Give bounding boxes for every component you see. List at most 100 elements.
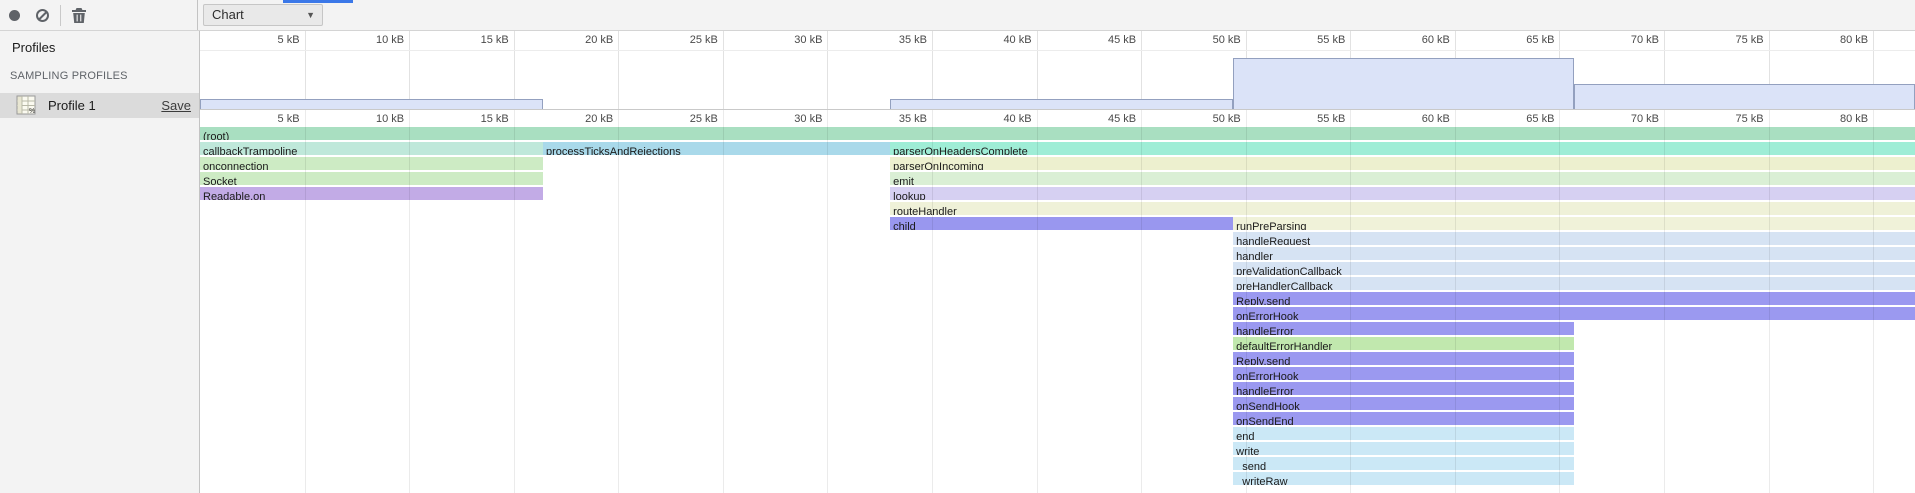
flame-bar-onErrorHook[interactable]: onErrorHook [1233,307,1915,320]
flame-bar-_send[interactable]: _send [1233,457,1574,470]
flame-bar-label: parserOnIncoming [890,161,984,170]
ruler-tick-label: 75 kB [1735,113,1768,125]
ruler-tick-label: 15 kB [481,113,514,125]
flame-bar-label: Readable.on [200,191,265,200]
ruler-tick-label: 35 kB [899,113,932,125]
flame-bar-label: (root) [200,131,229,140]
sidebar-item-profile-1[interactable]: % Profile 1 Save [0,93,199,118]
overview-area-segment[interactable] [1233,58,1574,109]
flame-bar-emit[interactable]: emit [890,172,1915,185]
flame-bar-label: write_ [1233,446,1265,455]
flame-bar-label: onSendEnd [1233,416,1294,425]
flame-bar-handleError[interactable]: handleError [1233,382,1574,395]
ruler-tick-label: 70 kB [1631,113,1664,125]
flame-bar-label: lookup [890,191,925,200]
flame-bar-label: handleError [1233,326,1293,335]
flame-chart-pane: 5 kB 10 kB 15 kB 20 kB 25 kB 30 kB 35 kB 40 kB 4… [200,31,1915,493]
flame-bar-parserOnHeadersComplete[interactable]: parserOnHeadersComplete [890,142,1915,155]
flame-bar-handler[interactable]: handler [1233,247,1915,260]
flame-bar-label: _send [1233,461,1266,470]
toolbar-divider [60,5,61,26]
flame-bar-label: preValidationCallback [1233,266,1342,275]
flame-bar-label: processTicksAndRejections [543,146,681,155]
overview-area-segment[interactable] [200,99,543,109]
flame-bar-Socket[interactable]: Socket [200,172,543,185]
flame-bar-label: preHandlerCallback [1233,281,1333,290]
flame-bar-label: emit [890,176,914,185]
heap-profiler-panel: Chart ▼ Profiles SAMPLING PROFILES % Pro… [0,0,1915,493]
flame-bar-label: handleError [1233,386,1293,395]
trash-icon[interactable] [72,8,86,23]
flame-bar-end[interactable]: end [1233,427,1574,440]
record-icon[interactable] [9,10,20,21]
flame-bar-label: callbackTrampoline [200,146,297,155]
profile-icon: % [16,95,36,115]
ruler-tick-label: 40 kB [1003,113,1036,125]
flame-bar-label: _writeRaw [1233,476,1287,485]
flame-bar-preValidationCallback[interactable]: preValidationCallback [1233,262,1915,275]
flame-bar-runPreParsing[interactable]: runPreParsing [1233,217,1915,230]
flame-bar-onconnection[interactable]: onconnection [200,157,543,170]
flame-chart-rows: (root) callbackTrampoline processTicksAndR… [200,127,1915,493]
chevron-down-icon: ▼ [306,5,315,25]
flame-bar-label: child [890,221,916,230]
flame-bar-label: handleRequest [1233,236,1310,245]
panel-divider [197,0,198,30]
ruler-tick-label: 60 kB [1422,113,1455,125]
ruler-tick-label: 80 kB [1840,113,1873,125]
ruler-tick-label: 20 kB [585,113,618,125]
ruler-tick-label: 25 kB [690,113,723,125]
ruler-tick-label: 55 kB [1317,113,1350,125]
flame-bar-label: defaultErrorHandler [1233,341,1332,350]
flame-bar-child[interactable]: child [890,217,1233,230]
flame-bar-(root)[interactable]: (root) [200,127,1915,140]
ruler-tick-label: 10 kB [376,113,409,125]
flame-bar-onSendEnd[interactable]: onSendEnd [1233,412,1574,425]
sidebar-title: Profiles [12,40,55,55]
flame-bar-label: end [1233,431,1254,440]
sampling-profiles-header: SAMPLING PROFILES [10,70,128,82]
memory-overview[interactable]: 5 kB10 kB15 kB20 kB25 kB30 kB35 kB40 kB4… [200,31,1915,110]
flame-bar-lookup[interactable]: lookup [890,187,1915,200]
flame-bar-parserOnIncoming[interactable]: parserOnIncoming [890,157,1915,170]
toolbar: Chart ▼ [0,0,1915,31]
ruler-tick-label: 5 kB [278,113,305,125]
flame-bar-Reply.send[interactable]: Reply.send [1233,292,1915,305]
flame-bar-Reply.send[interactable]: Reply.send [1233,352,1574,365]
ruler-tick-label: 65 kB [1526,113,1559,125]
flame-bar-label: routeHandler [890,206,957,215]
overview-area-segment[interactable] [890,99,1233,109]
flame-bar-label: onconnection [200,161,268,170]
flame-bar-label: onErrorHook [1233,311,1298,320]
overview-area-segment[interactable] [1574,84,1915,109]
flame-bar-defaultErrorHandler[interactable]: defaultErrorHandler [1233,337,1574,350]
clear-icon[interactable] [36,9,49,22]
flame-bar-_writeRaw[interactable]: _writeRaw [1233,472,1574,485]
flame-bar-label: runPreParsing [1233,221,1306,230]
flame-bar-routeHandler[interactable]: routeHandler [890,202,1915,215]
flame-bar-write_[interactable]: write_ [1233,442,1574,455]
svg-text:%: % [29,108,35,115]
flame-bar-Readable.on[interactable]: Readable.on [200,187,543,200]
flame-bar-label: parserOnHeadersComplete [890,146,1028,155]
ruler-tick-label: 45 kB [1108,113,1141,125]
ruler-tick-label: 50 kB [1213,113,1246,125]
flame-bar-handleError[interactable]: handleError [1233,322,1574,335]
flame-bar-processTicksAndRejections[interactable]: processTicksAndRejections [543,142,890,155]
view-mode-select[interactable]: Chart ▼ [203,4,323,26]
flame-chart-ruler: 5 kB 10 kB 15 kB 20 kB 25 kB 30 kB 35 kB 40 kB 4… [200,110,1915,127]
flame-bar-onErrorHook[interactable]: onErrorHook [1233,367,1574,380]
flame-bar-preHandlerCallback[interactable]: preHandlerCallback [1233,277,1915,290]
flame-bar-onSendHook[interactable]: onSendHook [1233,397,1574,410]
profiles-sidebar: Profiles SAMPLING PROFILES % Profile 1 S… [0,31,200,493]
active-tab-indicator [283,0,353,3]
flame-bar-label: Socket [200,176,237,185]
flame-bar-label: handler [1233,251,1273,260]
flame-bar-handleRequest[interactable]: handleRequest [1233,232,1915,245]
flame-bar-label: onErrorHook [1233,371,1298,380]
view-mode-value: Chart [212,7,244,22]
overview-area-chart [200,31,1915,109]
ruler-tick-label: 30 kB [794,113,827,125]
save-link[interactable]: Save [161,98,191,113]
flame-bar-callbackTrampoline[interactable]: callbackTrampoline [200,142,543,155]
